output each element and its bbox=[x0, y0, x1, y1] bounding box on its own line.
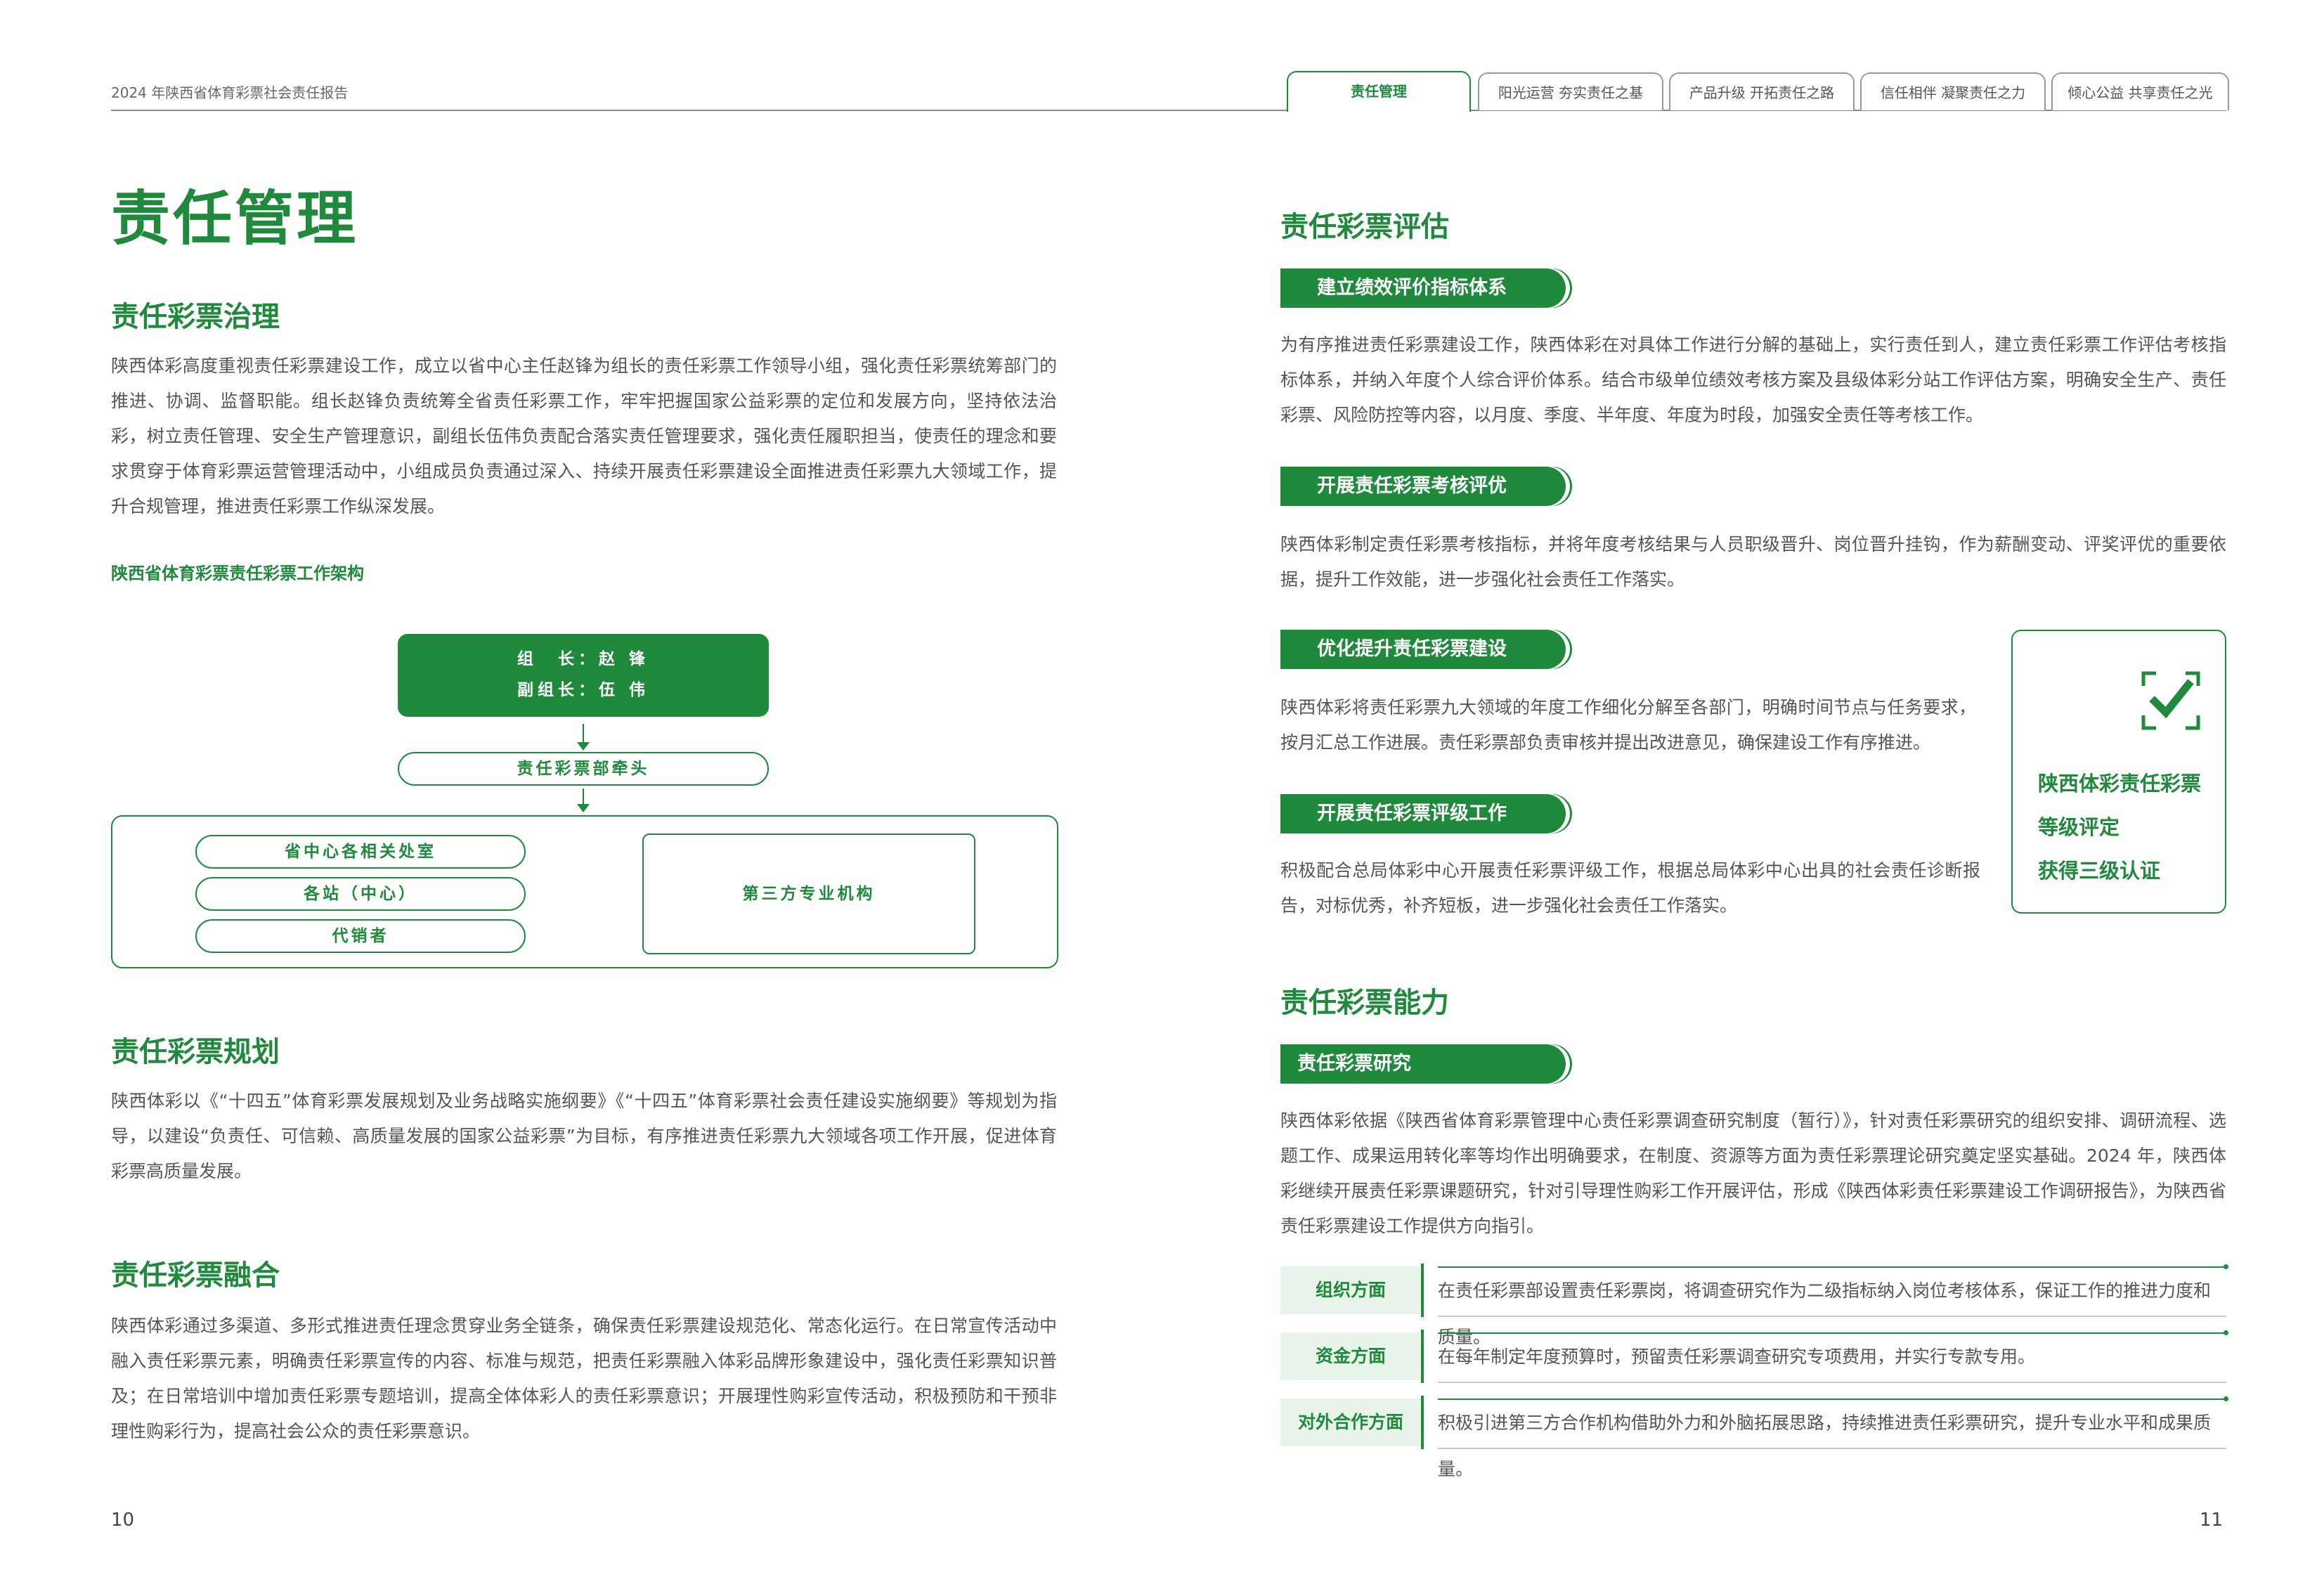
org-unit-provincial: 省中心各相关处室 bbox=[195, 835, 526, 869]
row-label-organization: 组织方面 bbox=[1280, 1266, 1421, 1314]
org-third-party: 第三方专业机构 bbox=[642, 833, 975, 954]
tab-responsibility-management[interactable]: 责任管理 bbox=[1287, 71, 1471, 112]
row-label-cooperation: 对外合作方面 bbox=[1280, 1398, 1421, 1446]
planning-paragraph: 陕西体彩以《“十四五”体育彩票发展规划及业务战略实施纲要》《“十四五”体育彩票社… bbox=[111, 1091, 1057, 1181]
row-dot-organization bbox=[2224, 1264, 2228, 1269]
org-deputy: 副组长：伍 伟 bbox=[517, 681, 649, 699]
capability-pill: 责任彩票研究 bbox=[1280, 1044, 1566, 1084]
evaluation-heading: 责任彩票评估 bbox=[1280, 211, 1449, 243]
page-number-right: 11 bbox=[2200, 1510, 2224, 1531]
eval-pill-2: 开展责任彩票考核评优 bbox=[1280, 467, 1566, 506]
org-lead-dept: 责任彩票部牵头 bbox=[398, 752, 769, 786]
capability-heading: 责任彩票能力 bbox=[1280, 987, 1449, 1019]
eval-text-2: 陕西体彩制定责任彩票考核指标，并将年度考核结果与人员职级晋升、岗位晋升挂钩，作为… bbox=[1280, 534, 2226, 590]
governance-paragraph: 陕西体彩高度重视责任彩票建设工作，成立以省中心主任赵锋为组长的责任彩票工作领导小… bbox=[111, 356, 1057, 517]
eval-pill-3: 优化提升责任彩票建设 bbox=[1280, 630, 1566, 669]
report-title: 2024 年陕西省体育彩票社会责任报告 bbox=[111, 84, 349, 101]
row-bar-cooperation bbox=[1421, 1396, 1424, 1449]
tab-sunshine-operation[interactable]: 阳光运营 夯实责任之基 bbox=[1478, 72, 1663, 110]
tab-trust-companionship[interactable]: 信任相伴 凝聚责任之力 bbox=[1860, 72, 2046, 110]
eval-pill-1: 建立绩效评价指标体系 bbox=[1280, 268, 1566, 308]
cert-line-2: 等级评定 bbox=[2038, 815, 2120, 839]
integration-heading: 责任彩票融合 bbox=[111, 1259, 280, 1292]
integration-paragraph: 陕西体彩通过多渠道、多形式推进责任理念贯穿业务全链条，确保责任彩票建设规范化、常… bbox=[111, 1316, 1057, 1441]
row-dot-cooperation bbox=[2224, 1396, 2228, 1401]
check-scan-icon bbox=[2141, 670, 2201, 731]
row-text-funding: 在每年制定年度预算时，预留责任彩票调查研究专项费用，并实行专款专用。 bbox=[1438, 1332, 2226, 1383]
capability-paragraph: 陕西体彩依据《陕西省体育彩票管理中心责任彩票调查研究制度（暂行）》，针对责任彩票… bbox=[1280, 1110, 2226, 1236]
org-leader: 组 长：赵 锋 bbox=[517, 650, 649, 668]
org-unit-retailers: 代销者 bbox=[195, 919, 526, 953]
cert-line-3: 获得三级认证 bbox=[2038, 859, 2161, 883]
row-bar-funding bbox=[1421, 1330, 1424, 1383]
org-leadership-box: 组 长：赵 锋 副组长：伍 伟 bbox=[398, 634, 769, 717]
org-chart-caption: 陕西省体育彩票责任彩票工作架构 bbox=[111, 564, 364, 583]
planning-heading: 责任彩票规划 bbox=[111, 1036, 280, 1068]
row-label-funding: 资金方面 bbox=[1280, 1332, 1421, 1380]
eval-text-1: 为有序推进责任彩票建设工作，陕西体彩在对具体工作进行分解的基础上，实行责任到人，… bbox=[1280, 335, 2226, 425]
row-text-cooperation: 积极引进第三方合作机构借助外力和外脑拓展思路，持续推进责任彩票研究，提升专业水平… bbox=[1438, 1398, 2226, 1479]
row-text-organization: 在责任彩票部设置责任彩票岗，将调查研究作为二级指标纳入岗位考核体系，保证工作的推… bbox=[1438, 1266, 2226, 1347]
eval-text-3: 陕西体彩将责任彩票九大领域的年度工作细化分解至各部门，明确时间节点与任务要求，按… bbox=[1280, 697, 1976, 753]
eval-pill-4: 开展责任彩票评级工作 bbox=[1280, 794, 1566, 833]
governance-heading: 责任彩票治理 bbox=[111, 301, 280, 333]
page-number-left: 10 bbox=[111, 1510, 135, 1531]
org-arrow-1-head bbox=[577, 742, 590, 751]
eval-text-4: 积极配合总局体彩中心开展责任彩票评级工作，根据总局体彩中心出具的社会责任诊断报告… bbox=[1280, 860, 1980, 916]
org-unit-stations: 各站（中心） bbox=[195, 877, 526, 911]
cert-line-1: 陕西体彩责任彩票 bbox=[2038, 772, 2202, 796]
org-arrow-2-head bbox=[577, 804, 590, 812]
row-dot-funding bbox=[2224, 1330, 2228, 1335]
tab-public-welfare[interactable]: 倾心公益 共享责任之光 bbox=[2051, 72, 2229, 110]
row-bar-organization bbox=[1421, 1264, 1424, 1317]
tab-product-upgrade[interactable]: 产品升级 开拓责任之路 bbox=[1669, 72, 1855, 110]
page-title: 责任管理 bbox=[111, 184, 359, 253]
